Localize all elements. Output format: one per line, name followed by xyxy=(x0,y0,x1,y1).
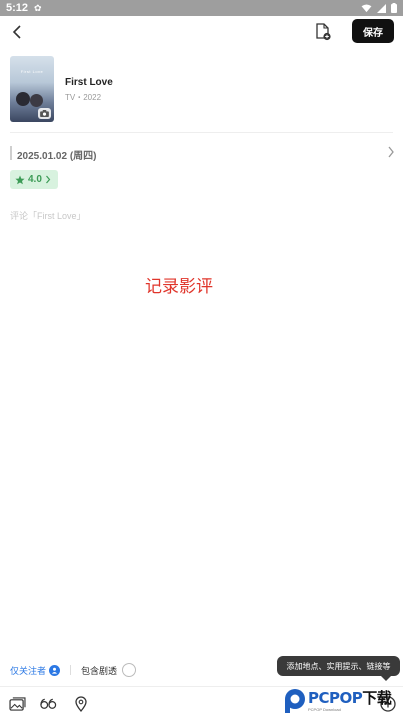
watermark-text: PCPOP下载 PCPOP Download xyxy=(308,688,392,712)
chevron-right-icon xyxy=(388,146,394,158)
movie-card: First Love First Love TV・2022 xyxy=(10,56,393,122)
option-divider xyxy=(70,665,72,675)
watch-date: 2025.01.02 (周四) xyxy=(17,151,97,162)
watermark-sub: PCPOP Download xyxy=(308,706,341,712)
followers-only-label: 仅关注者 xyxy=(10,665,47,676)
signal-icon xyxy=(377,3,386,13)
add-document-button[interactable] xyxy=(312,21,334,43)
poster-figure xyxy=(16,92,30,106)
followers-only-toggle[interactable]: 仅关注者 xyxy=(10,664,61,677)
chevron-right-icon xyxy=(45,175,51,184)
back-button[interactable] xyxy=(6,21,28,43)
movie-title: First Love xyxy=(65,77,113,88)
notification-icon: ✿ xyxy=(34,2,42,13)
top-bar: 保存 xyxy=(0,16,403,48)
spoiler-label: 包含剧透 xyxy=(81,665,118,676)
chevron-left-icon xyxy=(12,25,21,39)
tooltip-arrow xyxy=(381,676,391,681)
rating-badge[interactable]: 4.0 xyxy=(10,170,58,189)
status-icons xyxy=(361,3,397,13)
watermark-brand: PCPOP xyxy=(308,688,363,707)
camera-icon[interactable] xyxy=(38,108,51,119)
poster-figure xyxy=(30,94,43,107)
star-icon xyxy=(15,175,25,184)
status-time: 5:12 xyxy=(6,2,29,14)
spoiler-option[interactable]: 包含剧透 xyxy=(81,663,137,677)
location-icon[interactable] xyxy=(71,694,91,714)
user-icon xyxy=(49,664,61,676)
status-bar: 5:12 ✿ xyxy=(0,0,403,16)
watermark-suffix: 下载 xyxy=(362,688,392,707)
poster-title-text: First Love xyxy=(20,69,44,74)
watch-date-row[interactable]: 2025.01.02 (周四) xyxy=(10,144,395,162)
movie-meta: TV・2022 xyxy=(65,93,102,102)
comment-input[interactable] xyxy=(10,208,390,224)
movie-poster[interactable]: First Love xyxy=(10,56,54,122)
pcpop-logo-icon xyxy=(282,688,306,714)
date-accent-bar xyxy=(10,146,12,160)
image-icon[interactable] xyxy=(7,694,27,714)
divider xyxy=(10,132,393,133)
visibility-options: 仅关注者 包含剧透 xyxy=(10,660,137,680)
spoiler-radio[interactable] xyxy=(122,663,137,677)
save-button[interactable]: 保存 xyxy=(352,19,394,43)
overlay-caption: 记录影评 xyxy=(145,277,213,297)
rating-value: 4.0 xyxy=(28,174,42,185)
add-more-tooltip: 添加地点、实用提示、链接等 xyxy=(277,656,400,676)
watermark-main: PCPOP下载 xyxy=(308,688,392,707)
quote-icon[interactable] xyxy=(38,694,58,714)
battery-icon xyxy=(391,3,397,13)
document-add-icon xyxy=(316,23,331,41)
pcpop-watermark: PCPOP下载 PCPOP Download xyxy=(282,684,400,718)
wifi-icon xyxy=(361,3,372,12)
